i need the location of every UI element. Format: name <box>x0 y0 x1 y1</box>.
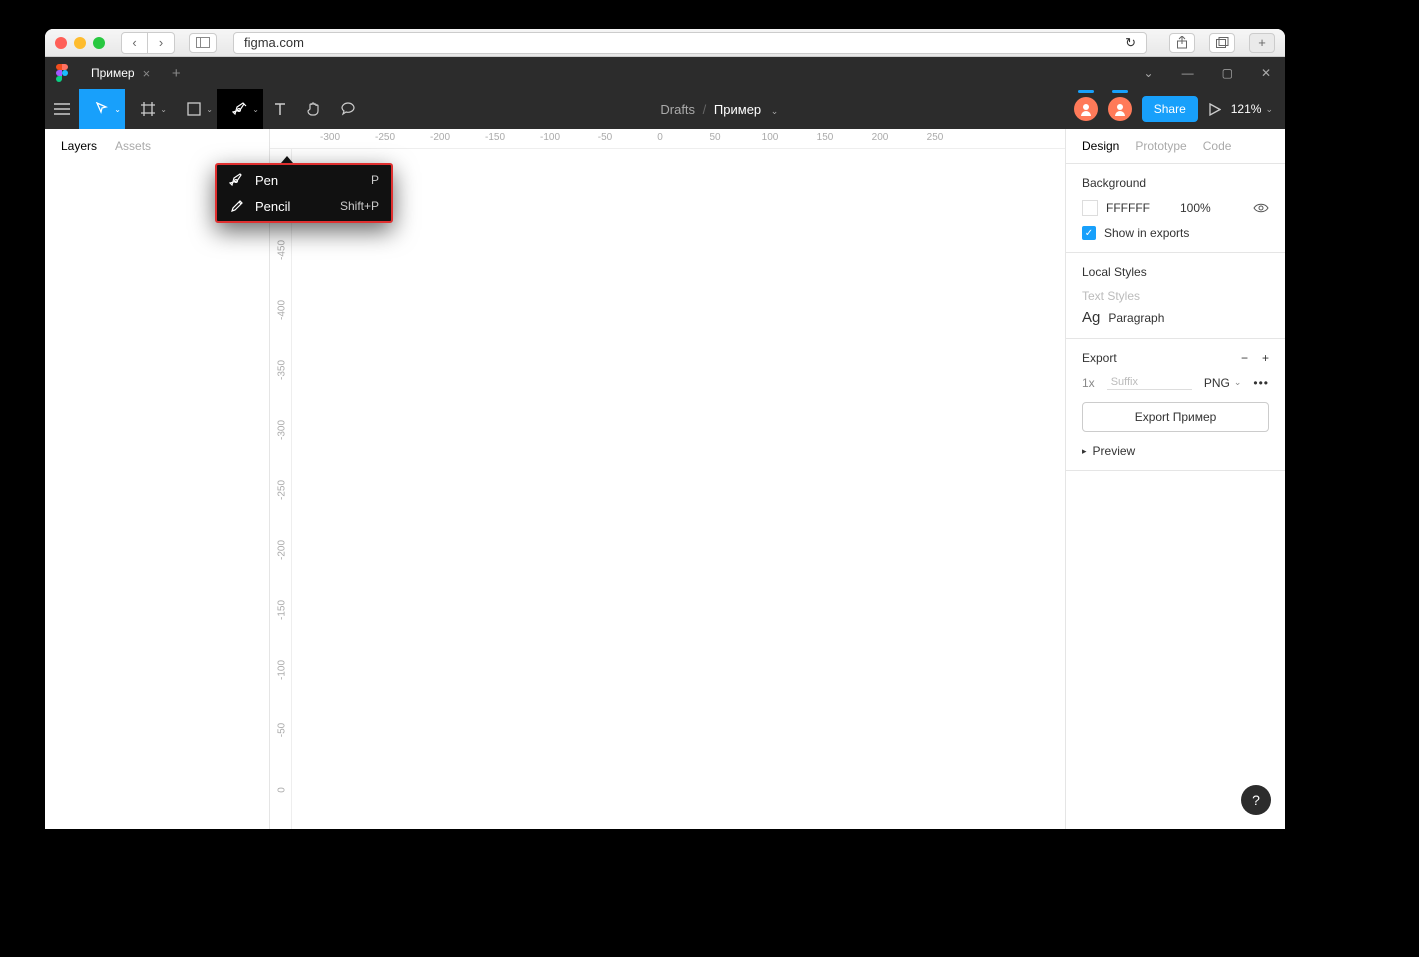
background-hex[interactable]: FFFFFF <box>1106 201 1150 215</box>
pen-icon <box>229 172 245 188</box>
zoom-value: 121% <box>1231 102 1262 116</box>
browser-new-tab[interactable]: + <box>1249 33 1275 53</box>
local-styles-title: Local Styles <box>1082 265 1269 279</box>
browser-back[interactable]: ‹ <box>122 33 148 53</box>
help-button[interactable]: ? <box>1241 785 1271 815</box>
show-in-exports-checkbox[interactable]: ✓ <box>1082 226 1096 240</box>
document-title[interactable]: Drafts / Пример ⌄ <box>365 102 1074 117</box>
horizontal-ruler: -300 -250 -200 -150 -100 -50 0 50 100 15… <box>270 129 1065 149</box>
figma-logo-icon[interactable] <box>45 64 79 82</box>
share-button[interactable]: Share <box>1142 96 1198 122</box>
text-styles-label: Text Styles <box>1082 289 1269 303</box>
figma-tabbar: Пример × + ⌄ — ▢ ✕ <box>45 57 1285 89</box>
file-tab-close-icon[interactable]: × <box>143 66 151 81</box>
chevron-down-icon: ⌄ <box>771 106 779 116</box>
layers-tab[interactable]: Layers <box>61 139 97 153</box>
paragraph-label: Paragraph <box>1108 311 1164 325</box>
export-format-select[interactable]: PNG ⌄ <box>1204 376 1242 390</box>
browser-url-bar[interactable]: figma.com ↻ <box>233 32 1147 54</box>
main-menu-button[interactable] <box>45 89 79 129</box>
pen-tool[interactable]: ⌄ <box>217 89 263 129</box>
dropdown-item-pen[interactable]: Pen P <box>217 167 391 193</box>
dropdown-item-pencil[interactable]: Pencil Shift+P <box>217 193 391 219</box>
shape-tool[interactable]: ⌄ <box>171 89 217 129</box>
browser-chrome: ‹ › figma.com ↻ + <box>45 29 1285 57</box>
win-close-icon[interactable]: ✕ <box>1261 66 1271 80</box>
background-swatch[interactable] <box>1082 200 1098 216</box>
show-in-exports-label: Show in exports <box>1104 226 1189 240</box>
win-minimize-icon[interactable]: — <box>1182 66 1194 80</box>
browser-url-text: figma.com <box>244 35 304 50</box>
text-tool[interactable] <box>263 89 297 129</box>
export-add-icon[interactable]: + <box>1262 351 1269 365</box>
present-button[interactable] <box>1208 103 1221 116</box>
ag-icon: Ag <box>1082 309 1100 326</box>
export-title: Export <box>1082 351 1117 365</box>
canvas[interactable]: -300 -250 -200 -150 -100 -50 0 50 100 15… <box>270 129 1065 829</box>
browser-reload-icon[interactable]: ↻ <box>1125 35 1136 51</box>
visibility-icon[interactable] <box>1253 202 1269 214</box>
drafts-label: Drafts <box>660 102 695 117</box>
pen-tool-dropdown: Pen P Pencil Shift+P <box>215 163 393 223</box>
export-scale[interactable]: 1x <box>1082 376 1095 390</box>
move-tool[interactable]: ⌄ <box>79 89 125 129</box>
avatar-2[interactable] <box>1108 97 1132 121</box>
paragraph-style-row[interactable]: Ag Paragraph <box>1082 309 1269 326</box>
zoom-control[interactable]: 121% ⌄ <box>1231 102 1273 116</box>
right-panel: Design Prototype Code Background FFFFFF … <box>1065 129 1285 829</box>
browser-sidebar-toggle[interactable] <box>189 33 217 53</box>
pencil-icon <box>229 198 245 214</box>
assets-tab[interactable]: Assets <box>115 139 151 153</box>
browser-share-icon[interactable] <box>1169 33 1195 53</box>
frame-tool[interactable]: ⌄ <box>125 89 171 129</box>
prototype-tab[interactable]: Prototype <box>1135 139 1186 153</box>
background-opacity[interactable]: 100% <box>1180 201 1211 215</box>
win-maximize-icon[interactable]: ▢ <box>1222 66 1233 80</box>
traffic-close[interactable] <box>55 37 67 49</box>
win-chevron-down-icon[interactable]: ⌄ <box>1144 66 1154 80</box>
file-tab[interactable]: Пример × <box>79 57 162 89</box>
filename-label: Пример <box>714 102 761 117</box>
export-more-icon[interactable]: ••• <box>1253 376 1269 390</box>
traffic-minimize[interactable] <box>74 37 86 49</box>
new-tab-button[interactable]: + <box>162 65 190 82</box>
export-preview-toggle[interactable]: ▸ Preview <box>1082 444 1269 458</box>
browser-tabs-icon[interactable] <box>1209 33 1235 53</box>
code-tab[interactable]: Code <box>1203 139 1232 153</box>
export-suffix-input[interactable]: Suffix <box>1107 375 1192 390</box>
vertical-ruler: -500 -450 -400 -350 -300 -250 -200 -150 … <box>270 149 292 829</box>
background-title: Background <box>1082 176 1269 190</box>
comment-tool[interactable] <box>331 89 365 129</box>
export-button[interactable]: Export Пример <box>1082 402 1269 432</box>
traffic-zoom[interactable] <box>93 37 105 49</box>
browser-forward[interactable]: › <box>148 33 174 53</box>
design-tab[interactable]: Design <box>1082 139 1119 153</box>
avatar-1[interactable] <box>1074 97 1098 121</box>
file-tab-name: Пример <box>91 66 135 80</box>
figma-toolbar: ⌄ ⌄ ⌄ ⌄ Drafts <box>45 89 1285 129</box>
chevron-down-icon: ⌄ <box>1265 104 1273 115</box>
export-remove-icon[interactable]: − <box>1241 351 1248 365</box>
left-panel: Layers Assets <box>45 129 270 829</box>
hand-tool[interactable] <box>297 89 331 129</box>
triangle-right-icon: ▸ <box>1082 446 1087 457</box>
